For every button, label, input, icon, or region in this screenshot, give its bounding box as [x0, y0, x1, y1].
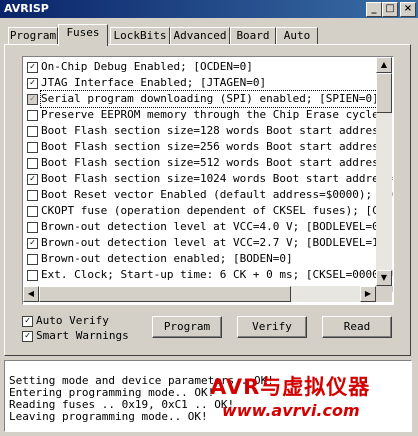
scroll-right-icon[interactable]: ▶ — [360, 286, 376, 302]
minimize-button[interactable]: _ — [366, 2, 382, 17]
vertical-scroll-thumb[interactable] — [376, 73, 392, 113]
checkbox-icon[interactable]: ✓ — [27, 94, 38, 105]
title-bar[interactable]: AVRISP _ □ × — [0, 0, 418, 18]
auto-verify-label: Auto Verify — [36, 314, 109, 327]
tab-board[interactable]: Board — [230, 27, 276, 45]
maximize-button[interactable]: □ — [382, 2, 398, 17]
checkbox-icon[interactable] — [27, 158, 38, 169]
fuse-label: Preserve EEPROM memory through the Chip … — [41, 108, 394, 121]
scroll-down-icon[interactable]: ▼ — [376, 270, 392, 286]
watermark-title: AVR与虚拟仪器 — [210, 375, 371, 399]
checkbox-icon[interactable] — [27, 254, 38, 265]
horizontal-scroll-thumb[interactable] — [39, 286, 291, 302]
fuse-list[interactable]: ✓ On-Chip Debug Enabled; [OCDEN=0] ✓ JTAG I… — [22, 56, 394, 305]
window-title: AVRISP — [4, 2, 49, 15]
checkbox-icon[interactable]: ✓ — [27, 62, 38, 73]
log-line: Leaving programming mode.. OK! — [9, 410, 208, 423]
checkbox-icon[interactable] — [27, 110, 38, 121]
watermark-url: www.avrvi.com — [222, 401, 360, 420]
checkbox-icon[interactable] — [27, 142, 38, 153]
tab-fuses[interactable]: Fuses — [58, 24, 108, 46]
checkbox-icon[interactable]: ✓ — [22, 331, 33, 342]
close-button[interactable]: × — [400, 2, 416, 17]
vertical-scrollbar[interactable]: ▲ ▼ — [376, 57, 392, 286]
fuse-label: Brown-out detection level at VCC=4.0 V; … — [41, 220, 386, 233]
fuse-label: Boot Reset vector Enabled (default addre… — [41, 188, 394, 201]
checkbox-icon[interactable]: ✓ — [22, 316, 33, 327]
tab-advanced[interactable]: Advanced — [170, 27, 230, 45]
scrollbar-corner — [376, 286, 392, 302]
program-button[interactable]: Program — [152, 316, 222, 338]
fuse-label: JTAG Interface Enabled; [JTAGEN=0] — [41, 76, 267, 89]
tab-program[interactable]: Program — [8, 27, 58, 45]
checkbox-icon[interactable] — [27, 126, 38, 137]
checkbox-icon[interactable]: ✓ — [27, 174, 38, 185]
checkbox-icon[interactable]: ✓ — [27, 78, 38, 89]
fuse-label: Boot Flash section size=256 words Boot s… — [41, 140, 394, 153]
tab-lockbits[interactable]: LockBits — [110, 27, 170, 45]
checkbox-icon[interactable] — [27, 222, 38, 233]
read-button[interactable]: Read — [322, 316, 392, 338]
fuse-label: Boot Flash section size=512 words Boot s… — [41, 156, 394, 169]
verify-button[interactable]: Verify — [237, 316, 307, 338]
fuse-label: On-Chip Debug Enabled; [OCDEN=0] — [41, 60, 253, 73]
checkbox-icon[interactable] — [27, 270, 38, 281]
fuse-label: Boot Flash section size=128 words Boot s… — [41, 124, 394, 137]
checkbox-icon[interactable] — [27, 206, 38, 217]
fuse-label: CKOPT fuse (operation dependent of CKSEL… — [41, 204, 394, 217]
fuse-label: Brown-out detection enabled; [BODEN=0] — [41, 252, 293, 265]
scroll-up-icon[interactable]: ▲ — [376, 57, 392, 73]
checkbox-icon[interactable] — [27, 190, 38, 201]
smart-warnings-label: Smart Warnings — [36, 329, 129, 342]
tab-auto[interactable]: Auto — [276, 27, 318, 45]
fuse-label: Serial program downloading (SPI) enabled… — [40, 90, 380, 108]
fuse-label: Boot Flash section size=1024 words Boot … — [41, 172, 394, 185]
checkbox-icon[interactable]: ✓ — [27, 238, 38, 249]
scroll-left-icon[interactable]: ◀ — [23, 286, 39, 302]
fuse-label: Brown-out detection level at VCC=2.7 V; … — [41, 236, 386, 249]
fuse-label: Ext. Clock; Start-up time: 6 CK + 0 ms; … — [41, 268, 394, 281]
horizontal-scrollbar[interactable]: ◀ ▶ — [23, 286, 376, 302]
